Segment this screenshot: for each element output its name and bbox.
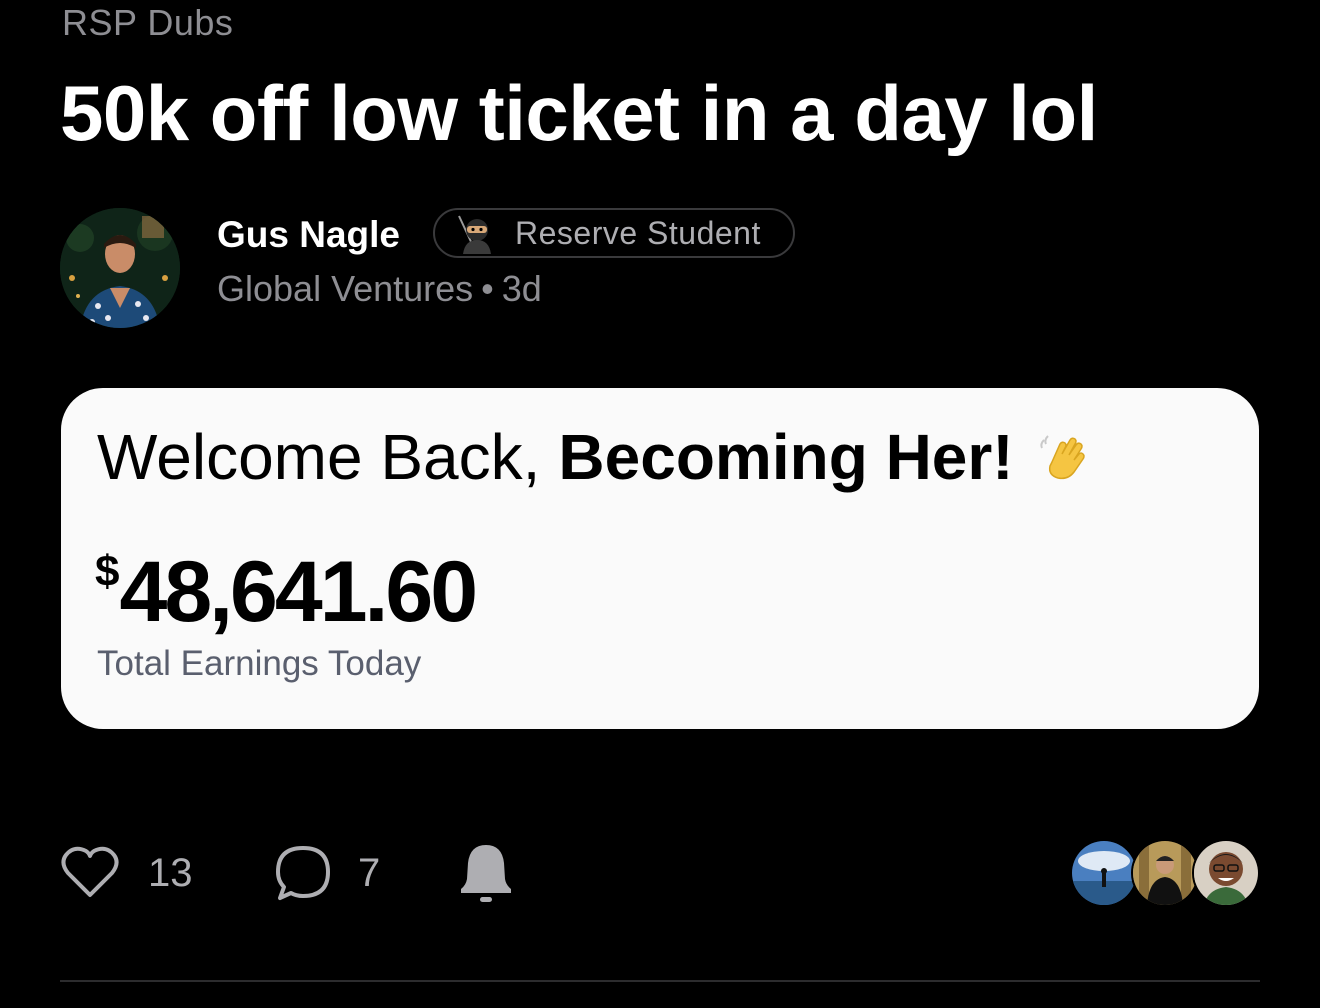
post-title: 50k off low ticket in a day lol	[60, 69, 1098, 157]
viewer-avatar-photo	[1133, 841, 1197, 905]
author-name[interactable]: Gus Nagle	[217, 214, 400, 256]
post-actions: 13 7	[60, 838, 1260, 908]
recent-viewers[interactable]	[1070, 838, 1260, 908]
earnings-amount: $48,641.60	[95, 543, 478, 642]
card-greeting: Welcome Back, Becoming Her!	[97, 420, 1090, 494]
like-action[interactable]: 13	[60, 838, 193, 908]
greeting-prefix: Welcome Back,	[97, 421, 541, 493]
role-badge-label: Reserve Student	[515, 214, 761, 251]
notify-action[interactable]	[458, 838, 514, 908]
author-row: Gus Nagle Reserve Student Global Venture…	[60, 208, 860, 330]
comment-action[interactable]: 7	[272, 838, 380, 908]
viewer-avatar-photo	[1194, 841, 1258, 905]
currency-symbol: $	[95, 547, 120, 596]
role-badge: Reserve Student	[433, 208, 795, 258]
viewer-avatar-photo	[1072, 841, 1136, 905]
heart-icon[interactable]	[60, 845, 120, 901]
meta-separator: •	[481, 268, 494, 309]
ninja-icon	[458, 215, 491, 254]
amount-value: 48,641.60	[119, 544, 478, 640]
earnings-label: Total Earnings Today	[97, 644, 422, 683]
post-age: 3d	[501, 268, 542, 309]
waving-hand-icon	[1039, 435, 1085, 480]
viewer-avatar	[1192, 839, 1260, 907]
author-meta: Global Ventures • 3d	[217, 268, 542, 310]
like-count: 13	[148, 850, 193, 895]
viewer-avatar	[1070, 839, 1138, 907]
author-avatar[interactable]	[60, 208, 180, 328]
viewer-avatar	[1131, 839, 1199, 907]
post-image-card[interactable]: Welcome Back, Becoming Her! $48,641.60 T…	[61, 388, 1259, 729]
comment-icon[interactable]	[272, 842, 334, 904]
greeting-name: Becoming Her!	[558, 421, 1014, 493]
avatar-photo	[60, 208, 180, 328]
author-group[interactable]: Global Ventures	[217, 268, 473, 309]
post-category[interactable]: RSP Dubs	[62, 2, 233, 44]
post-divider	[60, 980, 1260, 982]
comment-count: 7	[358, 850, 381, 895]
bell-icon[interactable]	[458, 841, 514, 905]
